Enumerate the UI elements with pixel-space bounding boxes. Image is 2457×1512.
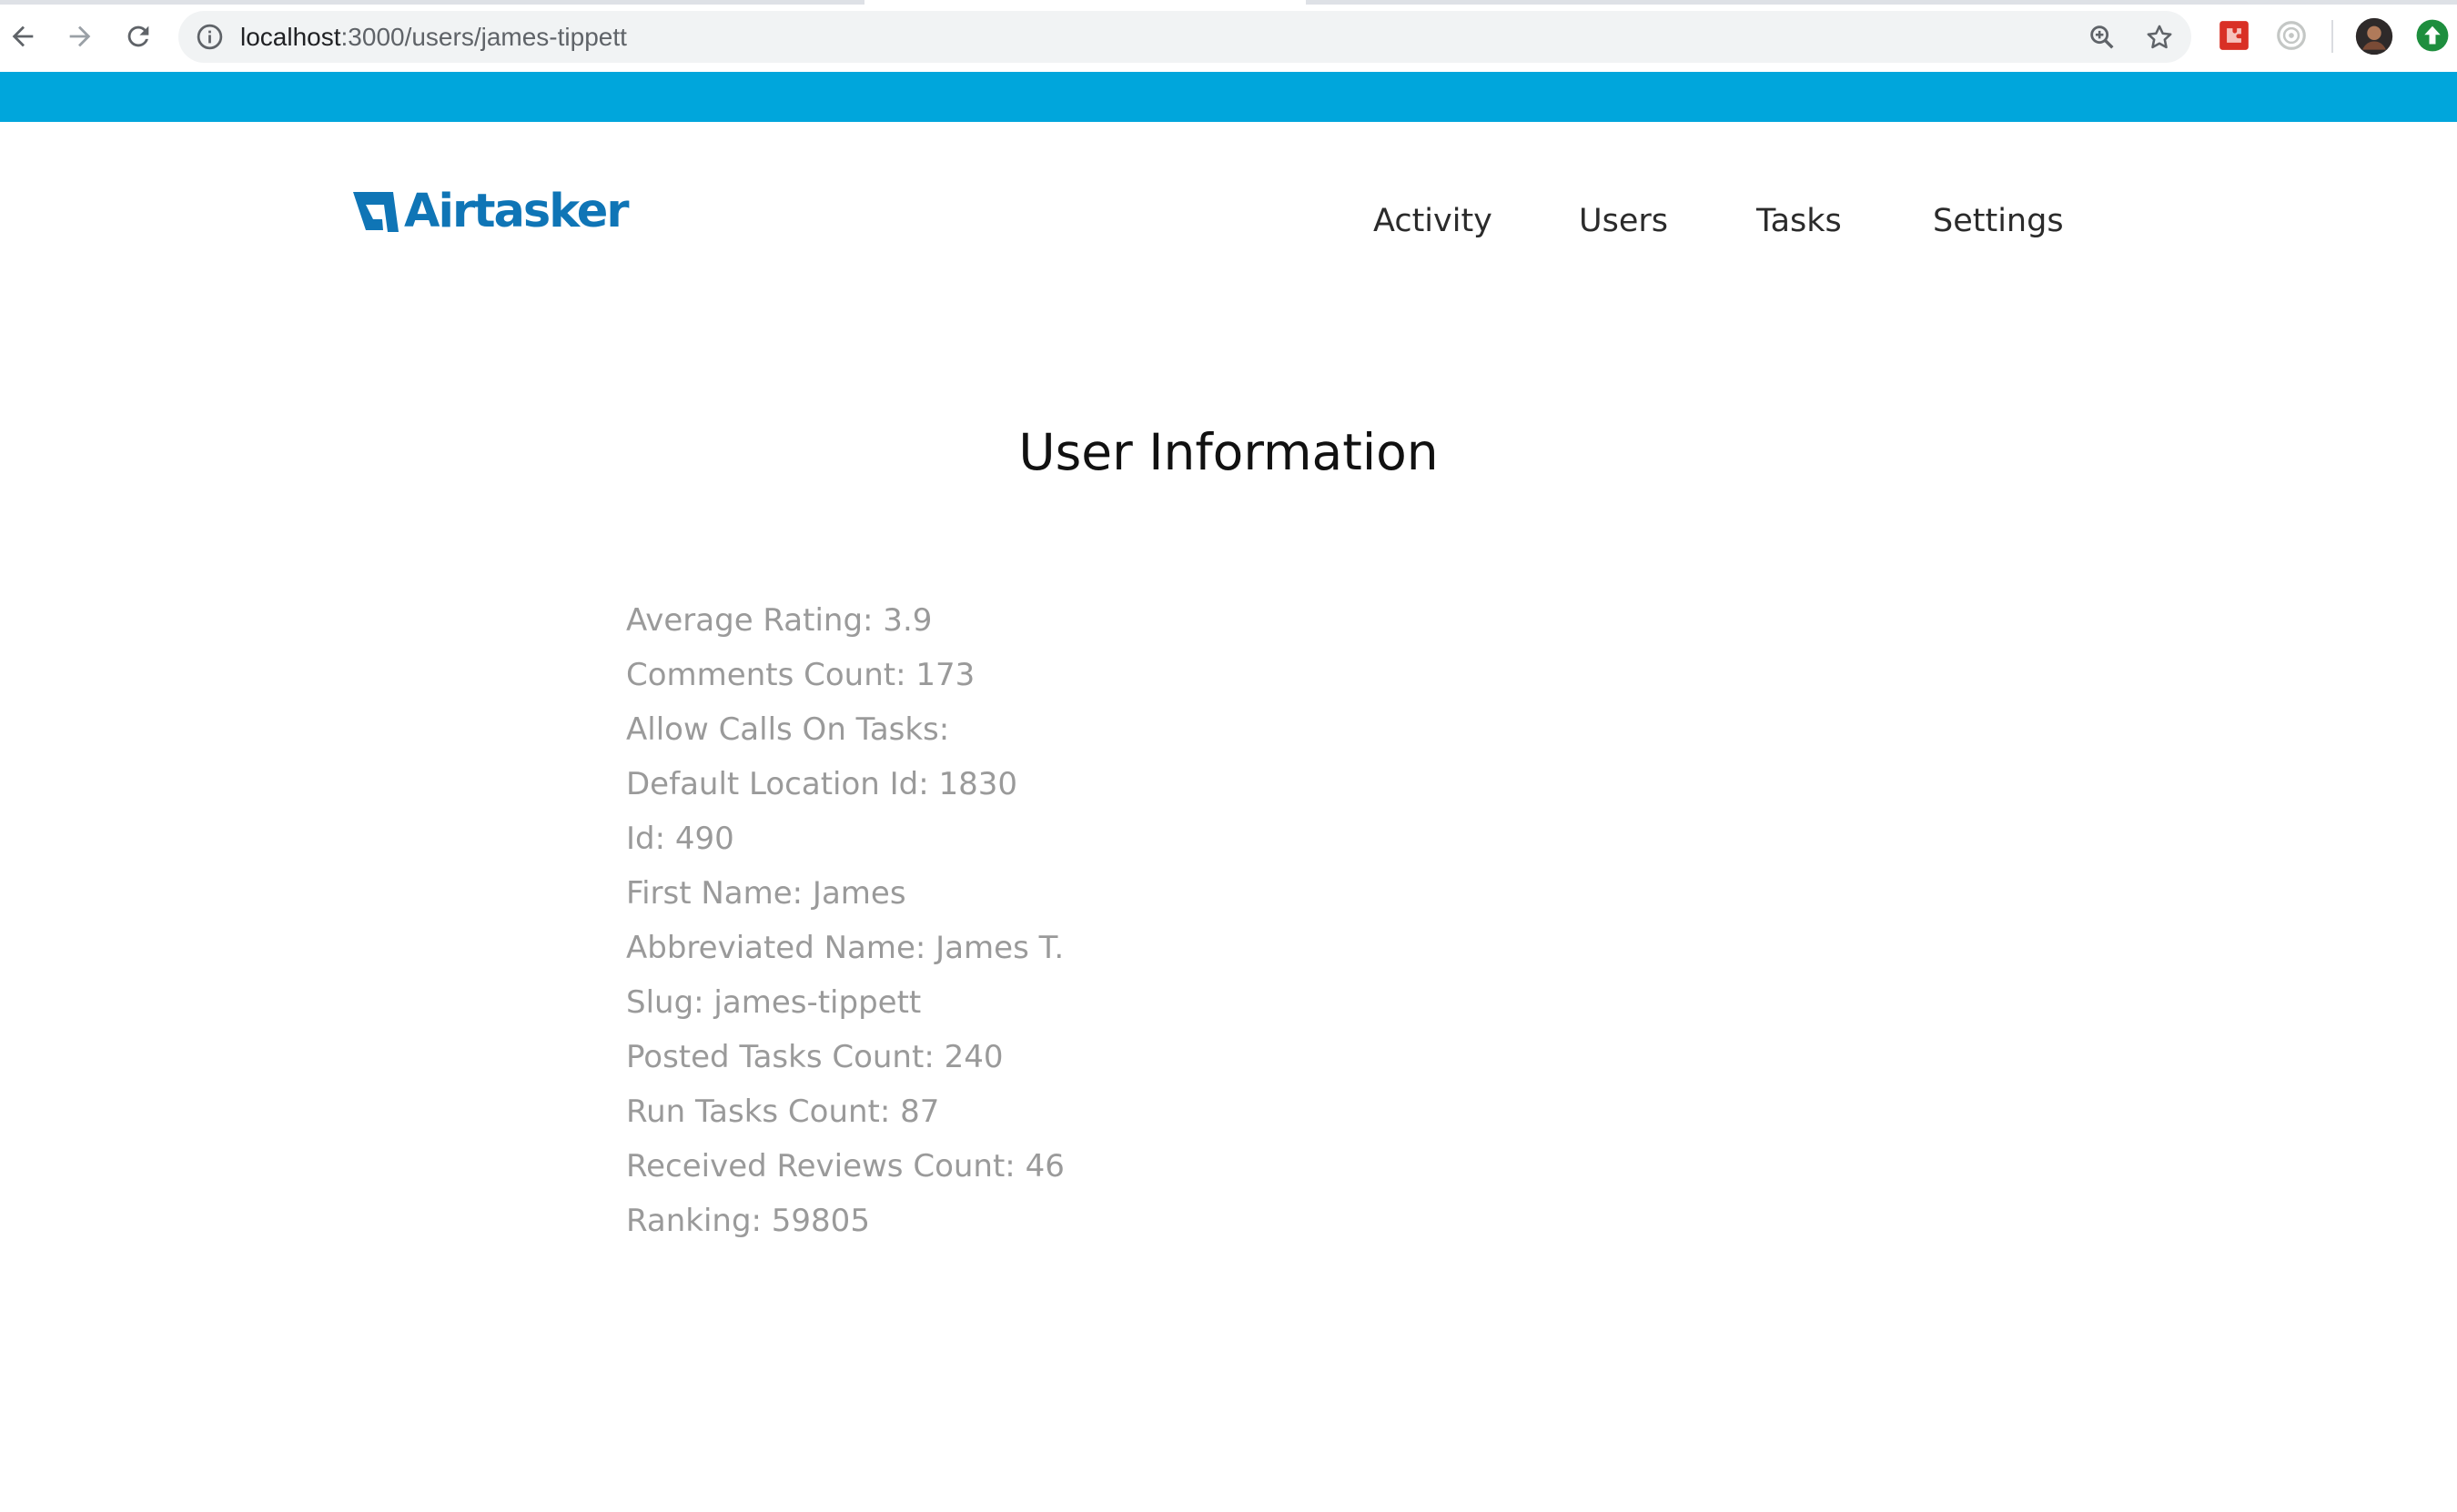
nav-tasks[interactable]: Tasks bbox=[1756, 198, 1842, 244]
user-info-list: Average Rating: 3.9 Comments Count: 173 … bbox=[626, 593, 1065, 1248]
url-text[interactable]: localhost:3000/users/james-tippett bbox=[240, 20, 627, 54]
field-comments-count: Comments Count: 173 bbox=[626, 657, 976, 693]
field-average-rating: Average Rating: 3.9 bbox=[626, 602, 933, 639]
nav-users[interactable]: Users bbox=[1579, 198, 1668, 244]
toolbar-divider bbox=[2331, 20, 2333, 53]
field-posted-tasks-count: Posted Tasks Count: 240 bbox=[626, 1039, 1004, 1075]
arrow-left-icon bbox=[12, 25, 34, 47]
field-id: Id: 490 bbox=[626, 821, 734, 857]
nav-settings[interactable]: Settings bbox=[1933, 198, 2064, 244]
extension-puzzle-icon[interactable] bbox=[2217, 18, 2251, 53]
url-host: localhost bbox=[240, 23, 341, 51]
forward-button[interactable] bbox=[60, 16, 100, 56]
reload-icon bbox=[127, 25, 149, 47]
field-abbreviated-name: Abbreviated Name: James T. bbox=[626, 930, 1065, 966]
avatar[interactable] bbox=[2354, 16, 2394, 56]
reload-button[interactable] bbox=[118, 16, 158, 56]
tab-strip bbox=[0, 0, 864, 5]
field-first-name: First Name: James bbox=[626, 875, 906, 912]
browser-toolbar: localhost:3000/users/james-tippett bbox=[0, 0, 2457, 72]
address-bar[interactable]: localhost:3000/users/james-tippett bbox=[178, 11, 2191, 63]
tab-strip bbox=[1306, 0, 2457, 5]
update-icon[interactable] bbox=[2415, 18, 2450, 53]
star-icon[interactable] bbox=[2144, 22, 2175, 53]
field-run-tasks-count: Run Tasks Count: 87 bbox=[626, 1094, 940, 1130]
field-allow-calls-on-tasks: Allow Calls On Tasks: bbox=[626, 711, 950, 748]
top-banner bbox=[0, 72, 2457, 122]
zoom-icon[interactable] bbox=[2087, 22, 2118, 53]
back-button[interactable] bbox=[3, 16, 43, 56]
page-title: User Information bbox=[1018, 423, 1439, 481]
field-default-location-id: Default Location Id: 1830 bbox=[626, 766, 1018, 802]
nav-activity[interactable]: Activity bbox=[1373, 198, 1492, 244]
field-ranking: Ranking: 59805 bbox=[626, 1203, 870, 1239]
info-icon[interactable] bbox=[195, 22, 225, 52]
url-path: :3000/users/james-tippett bbox=[340, 23, 627, 51]
field-received-reviews-count: Received Reviews Count: 46 bbox=[626, 1148, 1065, 1184]
main-nav: Activity Users Tasks Settings bbox=[0, 198, 2457, 244]
extension-target-icon[interactable] bbox=[2274, 18, 2309, 53]
field-slug: Slug: james-tippett bbox=[626, 984, 922, 1021]
arrow-right-icon bbox=[69, 25, 91, 47]
